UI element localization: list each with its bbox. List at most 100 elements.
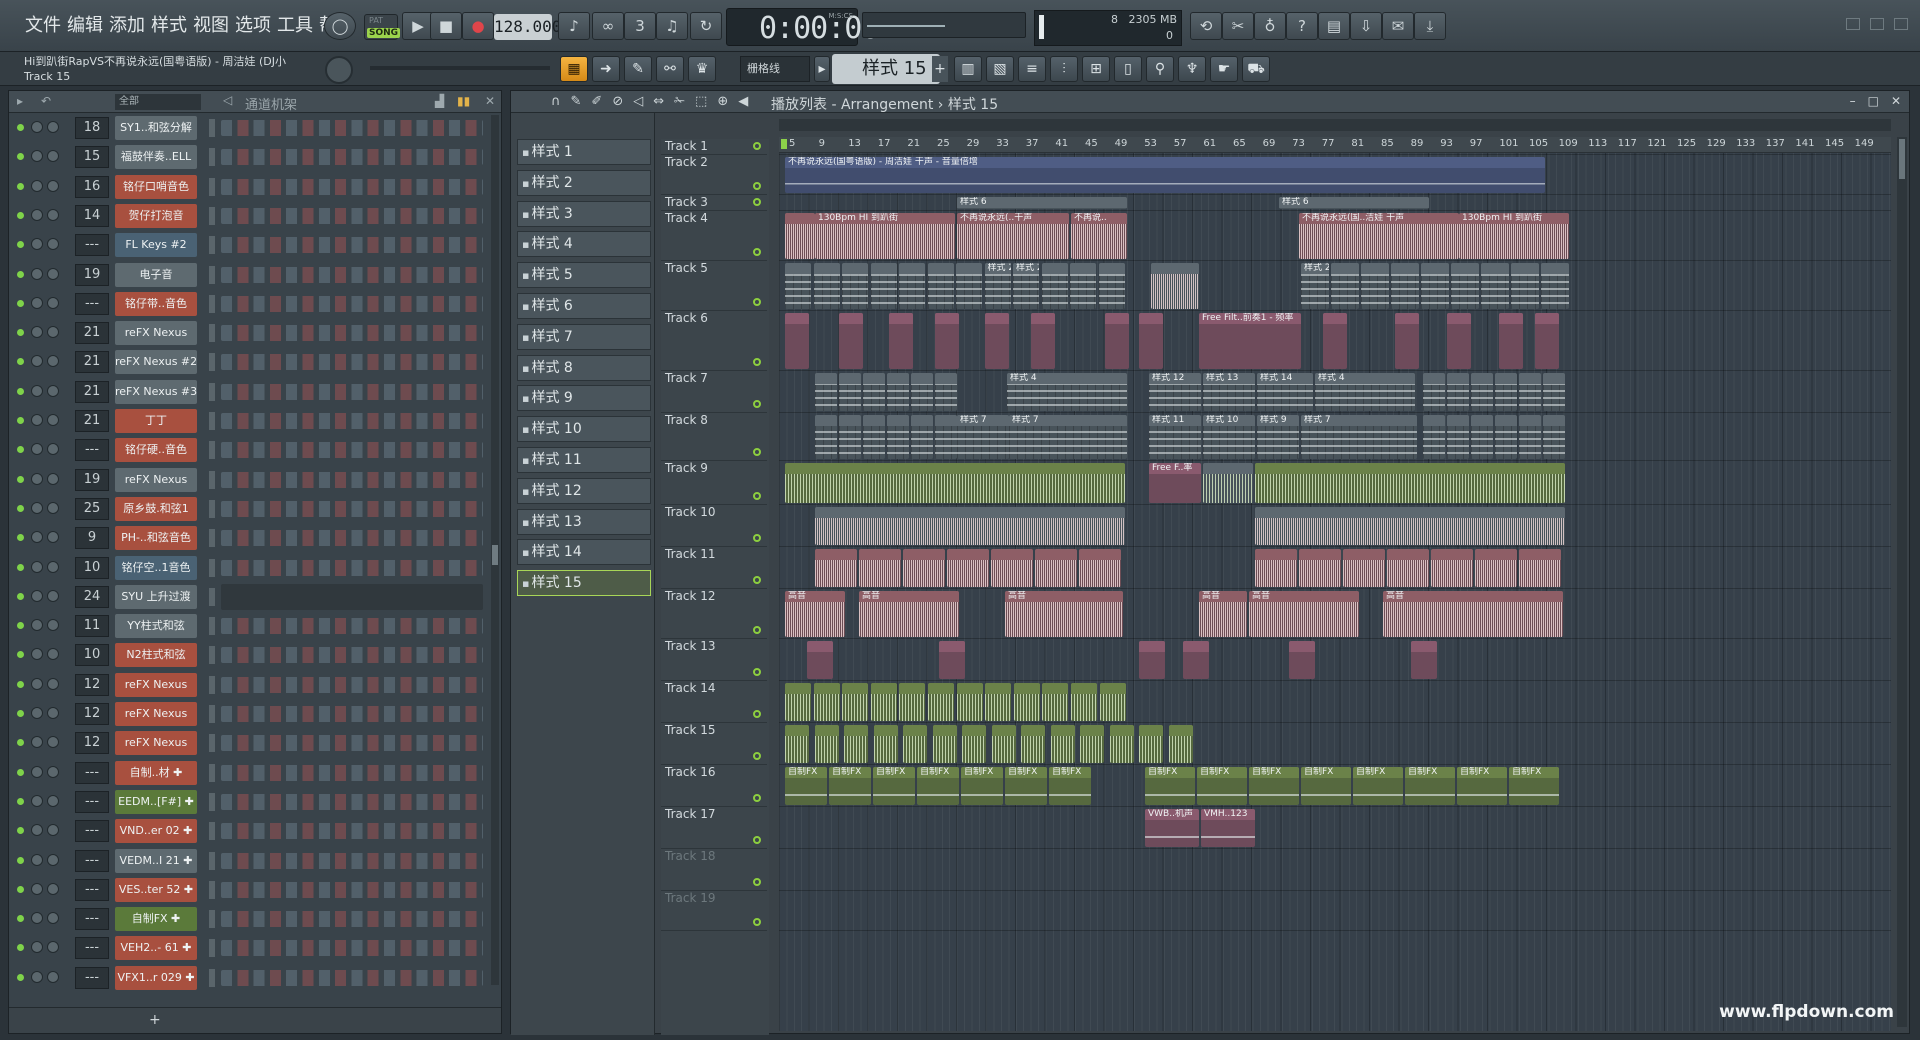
- playlist-clip[interactable]: [1323, 313, 1347, 369]
- track-header[interactable]: Track 5: [661, 261, 767, 311]
- pattern-picker-item[interactable]: 样式 4: [517, 231, 651, 258]
- volume-knob-icon[interactable]: [47, 267, 59, 280]
- channel-led-icon[interactable]: [17, 358, 24, 366]
- playlist-clip[interactable]: [1495, 415, 1517, 459]
- playlist-clip[interactable]: [889, 313, 913, 369]
- pattern-picker-item[interactable]: 样式 10: [517, 416, 651, 443]
- playlist-clip[interactable]: [1289, 641, 1315, 679]
- pattern-picker-item[interactable]: 样式 8: [517, 354, 651, 381]
- channel-name-button[interactable]: 铭仔口哨音色: [115, 174, 197, 199]
- volume-knob-icon[interactable]: [47, 941, 59, 954]
- step-sequencer[interactable]: [221, 237, 483, 254]
- channel-row[interactable]: 24 SYU 上升过渡: [9, 582, 489, 612]
- playlist-clip[interactable]: [1361, 263, 1389, 309]
- track-header[interactable]: Track 11: [661, 547, 767, 589]
- playlist-clip[interactable]: 不再说永远(国..洁娃 干声: [1299, 213, 1459, 259]
- mixer-track-number[interactable]: 21: [75, 380, 109, 403]
- playlist-clip[interactable]: [928, 683, 954, 721]
- playlist-clip[interactable]: [1511, 263, 1539, 309]
- playlist-vertical-scrollbar[interactable]: [1897, 137, 1907, 1027]
- playlist-view-button[interactable]: ▦: [560, 56, 588, 82]
- track-header[interactable]: Track 2: [661, 155, 767, 195]
- mixer-track-number[interactable]: 21: [75, 410, 109, 432]
- channel-name-button[interactable]: SY1..和弦分解: [115, 116, 197, 140]
- master-pitch-knob-icon[interactable]: ◯: [324, 12, 356, 40]
- playlist-clip[interactable]: [815, 507, 1125, 545]
- pan-knob-icon[interactable]: [31, 238, 43, 251]
- paint-icon[interactable]: ✐: [591, 94, 602, 109]
- channel-select-bar[interactable]: [209, 851, 215, 870]
- metronome-icon[interactable]: ♪: [558, 12, 590, 40]
- playlist-clip[interactable]: 自制FX: [1509, 767, 1559, 805]
- step-sequencer[interactable]: [221, 266, 483, 283]
- playlist-clip[interactable]: [815, 415, 837, 459]
- playlist-clip[interactable]: [785, 683, 811, 721]
- playlist-clip[interactable]: 自制FX: [1145, 767, 1195, 805]
- playlist-clip[interactable]: 自制FX: [917, 767, 959, 805]
- rack-undo-icon[interactable]: ↶: [41, 94, 51, 108]
- playlist-clip[interactable]: 高音: [785, 591, 845, 637]
- step-sequencer[interactable]: [221, 383, 483, 400]
- volume-knob-icon[interactable]: [47, 648, 59, 661]
- channel-row[interactable]: 9 PH-..和弦音色: [9, 523, 489, 553]
- menu-patterns[interactable]: 样式: [148, 12, 190, 40]
- channel-name-button[interactable]: reFX Nexus: [115, 467, 197, 492]
- channel-row[interactable]: 14 贺仔打泡音: [9, 201, 489, 231]
- plugin-icon[interactable]: ⚲: [1146, 56, 1174, 82]
- channel-name-button[interactable]: 电子音: [115, 262, 197, 287]
- master-volume-slider[interactable]: [862, 12, 1026, 38]
- step-sequencer[interactable]: [221, 911, 483, 928]
- channel-select-bar[interactable]: [209, 968, 215, 987]
- pattern-picker-item[interactable]: 样式 15: [517, 570, 651, 597]
- loop-record-icon[interactable]: ↻: [690, 12, 722, 40]
- playlist-clip[interactable]: [939, 641, 965, 679]
- playlist-clip[interactable]: [932, 725, 957, 763]
- channel-led-icon[interactable]: [17, 299, 24, 307]
- playlist-clip[interactable]: [1139, 641, 1165, 679]
- track-enable-icon[interactable]: [753, 492, 761, 500]
- pattern-picker-item[interactable]: 样式 12: [517, 477, 651, 504]
- channel-row[interactable]: 12 reFX Nexus: [9, 728, 489, 758]
- playlist-close-icon[interactable]: ✕: [1891, 94, 1901, 108]
- playlist-clip[interactable]: [1098, 263, 1125, 309]
- channel-led-icon[interactable]: [17, 270, 24, 278]
- mixer-track-number[interactable]: ---: [75, 234, 109, 257]
- volume-knob-icon[interactable]: [47, 179, 59, 192]
- playlist-clip[interactable]: [911, 373, 933, 411]
- volume-knob-icon[interactable]: [47, 882, 59, 895]
- channel-row[interactable]: 19 reFX Nexus: [9, 465, 489, 495]
- playlist-clip[interactable]: [1343, 549, 1385, 587]
- playlist-clip[interactable]: [1519, 549, 1561, 587]
- channel-select-bar[interactable]: [209, 441, 215, 460]
- playlist-clip[interactable]: [1447, 373, 1469, 411]
- channel-select-bar[interactable]: [209, 705, 215, 723]
- step-sequencer[interactable]: [221, 881, 483, 898]
- channel-name-button[interactable]: 铭仔硬..音色: [115, 438, 197, 463]
- volume-knob-icon[interactable]: [47, 970, 59, 983]
- volume-knob-icon[interactable]: [47, 121, 59, 133]
- track-enable-icon[interactable]: [753, 668, 761, 676]
- step-sequencer[interactable]: [221, 706, 483, 722]
- track-header[interactable]: Track 16: [661, 765, 767, 807]
- channel-led-icon[interactable]: [17, 504, 24, 512]
- mixer-track-number[interactable]: ---: [75, 908, 109, 931]
- channel-select-bar[interactable]: [209, 177, 215, 196]
- channel-led-icon[interactable]: [17, 211, 24, 219]
- playlist-clip[interactable]: [1041, 263, 1068, 309]
- step-sequencer[interactable]: [221, 618, 483, 635]
- track-enable-icon[interactable]: [753, 918, 761, 926]
- pan-knob-icon[interactable]: [31, 619, 43, 632]
- pan-knob-icon[interactable]: [31, 882, 43, 895]
- pan-knob-icon[interactable]: [31, 179, 43, 192]
- step-sequencer[interactable]: [221, 295, 483, 312]
- pattern-picker-item[interactable]: 样式 9: [517, 385, 651, 412]
- channel-led-icon[interactable]: [17, 973, 24, 981]
- playlist-clip[interactable]: [1099, 683, 1126, 721]
- channel-name-button[interactable]: 铭仔带..音色: [115, 291, 197, 316]
- download-icon[interactable]: ⤓: [1414, 12, 1446, 40]
- pan-knob-icon[interactable]: [31, 414, 43, 426]
- playhead-marker[interactable]: [781, 139, 787, 149]
- step-sequencer[interactable]: [221, 647, 483, 664]
- menu-tools[interactable]: 工具: [274, 12, 316, 40]
- playlist-clip[interactable]: [785, 725, 809, 763]
